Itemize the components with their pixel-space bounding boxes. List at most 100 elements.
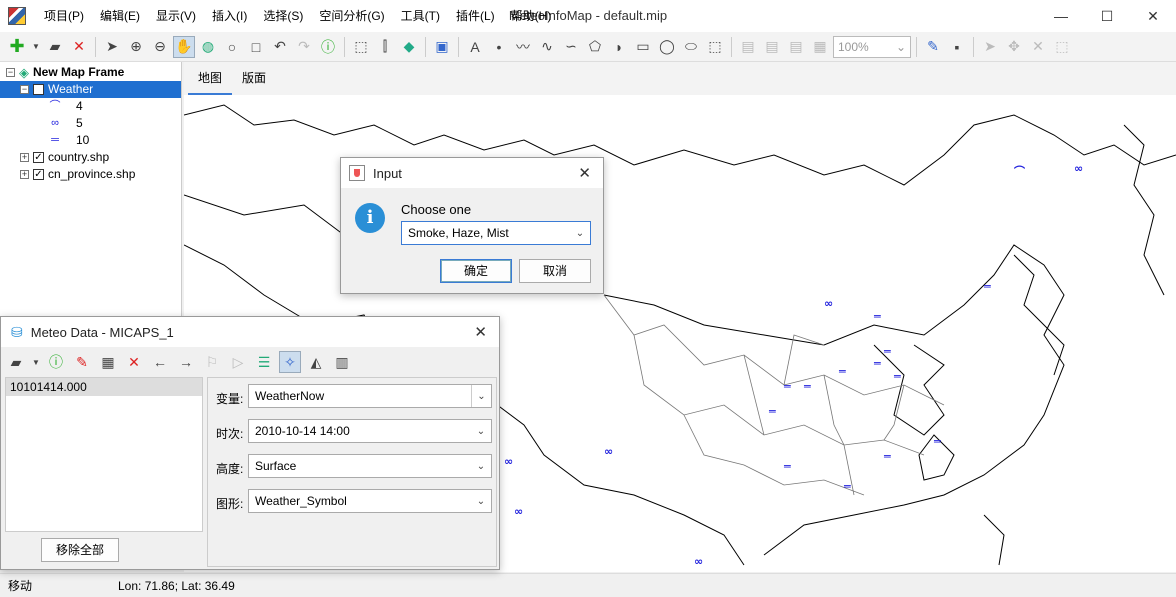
- zoom-level-combo[interactable]: 100% ⌄: [833, 35, 911, 58]
- layout-paste-icon[interactable]: ▤: [785, 36, 807, 58]
- ok-button[interactable]: 确定: [440, 259, 512, 283]
- play-icon[interactable]: ▷: [227, 351, 249, 373]
- draw-circle-icon[interactable]: ◯: [656, 36, 678, 58]
- tree-layer-province[interactable]: + ✓ cn_province.shp: [20, 166, 135, 183]
- add-layer-dropdown-icon[interactable]: ▼: [30, 36, 42, 58]
- draw-polyline-icon[interactable]: 〰: [512, 36, 534, 58]
- database-icon: ⛁: [11, 323, 23, 340]
- edit-select-icon[interactable]: ➤: [979, 36, 1001, 58]
- menu-select[interactable]: 选择(S): [255, 0, 311, 32]
- close-icon[interactable]: ✕: [474, 323, 487, 341]
- choice-select[interactable]: Smoke, Haze, Mist ⌄: [401, 221, 591, 245]
- pan-hand-icon[interactable]: ✋: [173, 35, 195, 58]
- full-extent-globe-icon[interactable]: ◍: [197, 36, 219, 58]
- tree-map-frame[interactable]: − ◈ New Map Frame: [6, 64, 124, 81]
- zoom-box-icon[interactable]: □: [245, 36, 267, 58]
- weather-symbol-mark: ═: [783, 460, 791, 473]
- menu-help[interactable]: 帮助(H): [503, 0, 560, 32]
- list-icon[interactable]: ☰: [253, 351, 275, 373]
- label-tag-icon[interactable]: ◆: [398, 36, 420, 58]
- weather-symbol-mark: ∞: [604, 445, 613, 458]
- table-icon[interactable]: ▦: [97, 351, 119, 373]
- level-select[interactable]: Surface ⌄: [248, 454, 492, 478]
- select-pointer-icon[interactable]: ➤: [101, 36, 123, 58]
- undo-icon[interactable]: ↶: [269, 36, 291, 58]
- measure-icon[interactable]: ⫿: [374, 36, 396, 58]
- menu-view[interactable]: 显示(V): [148, 0, 204, 32]
- legend-label: 4: [76, 99, 83, 113]
- layer-visible-checkbox[interactable]: ✓: [33, 152, 44, 163]
- draw-polygon-icon[interactable]: ⬠: [584, 36, 606, 58]
- arrow-right-icon[interactable]: →: [175, 351, 197, 373]
- java-cup-icon: [349, 165, 365, 181]
- close-icon[interactable]: ✕: [578, 164, 591, 182]
- remove-all-button[interactable]: 移除全部: [41, 538, 119, 562]
- draw-freehand-icon[interactable]: ∿: [536, 36, 558, 58]
- draw-icon[interactable]: ✎: [71, 351, 93, 373]
- collapse-icon[interactable]: −: [20, 85, 29, 94]
- file-list-item[interactable]: 10101414.000: [6, 378, 202, 396]
- edit-vertices-icon[interactable]: ⬚: [704, 36, 726, 58]
- save-edits-icon[interactable]: ▪: [946, 36, 968, 58]
- section-plot-icon[interactable]: ◭: [305, 351, 327, 373]
- zoom-in-icon[interactable]: ⊕: [125, 36, 147, 58]
- edit-move-icon[interactable]: ✥: [1003, 36, 1025, 58]
- variable-select[interactable]: WeatherNow ⌄: [248, 384, 492, 408]
- time-value: 2010-10-14 14:00: [255, 424, 350, 438]
- info-icon[interactable]: ⓘ: [45, 351, 67, 373]
- chevron-down-icon: ⌄: [476, 495, 486, 507]
- menu-plugins[interactable]: 插件(L): [448, 0, 503, 32]
- menu-spatial-analysis[interactable]: 空间分析(G): [311, 0, 392, 32]
- draw-point-icon[interactable]: •: [488, 36, 510, 58]
- tree-layer-country[interactable]: + ✓ country.shp: [20, 149, 109, 166]
- chevron-down-icon[interactable]: ▼: [31, 351, 41, 373]
- draw-rectangle-icon[interactable]: ▭: [632, 36, 654, 58]
- draw-curve-icon[interactable]: ∽: [560, 36, 582, 58]
- collapse-icon[interactable]: −: [6, 68, 15, 77]
- redo-icon[interactable]: ↷: [293, 36, 315, 58]
- select-features-icon[interactable]: ⬚: [350, 36, 372, 58]
- menu-tools[interactable]: 工具(T): [393, 0, 448, 32]
- open-folder-icon[interactable]: ▰: [44, 36, 66, 58]
- expand-icon[interactable]: +: [20, 153, 29, 162]
- layer-visible-checkbox[interactable]: ✓: [33, 169, 44, 180]
- remove-layer-icon[interactable]: ✕: [68, 36, 90, 58]
- add-layer-icon[interactable]: ✚: [6, 36, 28, 58]
- layout-page-icon[interactable]: ▤: [737, 36, 759, 58]
- weather-symbol-mark: ═: [983, 280, 991, 293]
- time-select[interactable]: 2010-10-14 14:00 ⌄: [248, 419, 492, 443]
- file-list: 10101414.000: [5, 377, 203, 532]
- edit-delete-icon[interactable]: ✕: [1027, 36, 1049, 58]
- layout-copy-icon[interactable]: ▤: [761, 36, 783, 58]
- draw-text-icon[interactable]: A: [464, 36, 486, 58]
- menu-insert[interactable]: 插入(I): [204, 0, 255, 32]
- cancel-button[interactable]: 取消: [519, 259, 591, 283]
- tab-layout[interactable]: 版面: [232, 62, 276, 95]
- draw-ellipse-icon[interactable]: ⬭: [680, 36, 702, 58]
- map-frame-label: New Map Frame: [33, 65, 125, 79]
- close-button[interactable]: ✕: [1130, 0, 1176, 32]
- animate-icon[interactable]: ⚐: [201, 351, 223, 373]
- expand-icon[interactable]: +: [20, 170, 29, 179]
- tab-map[interactable]: 地图: [188, 62, 233, 95]
- maximize-button[interactable]: ☐: [1084, 0, 1130, 32]
- draw-curve-polygon-icon[interactable]: ◗: [608, 36, 630, 58]
- arrow-left-icon[interactable]: ←: [149, 351, 171, 373]
- menu-project[interactable]: 项目(P): [36, 0, 92, 32]
- graphic-select[interactable]: Weather_Symbol ⌄: [248, 489, 492, 513]
- tree-layer-weather[interactable]: − ✓ Weather: [0, 81, 181, 98]
- delete-icon[interactable]: ✕: [123, 351, 145, 373]
- tools-icon[interactable]: ✧: [279, 351, 301, 373]
- edit-split-icon[interactable]: ⬚: [1051, 36, 1073, 58]
- menu-edit[interactable]: 编辑(E): [92, 0, 148, 32]
- zoom-out-icon[interactable]: ⊖: [149, 36, 171, 58]
- add-image-icon[interactable]: ▣: [431, 36, 453, 58]
- edit-pencil-icon[interactable]: ✎: [922, 36, 944, 58]
- magnifier-icon[interactable]: ○: [221, 36, 243, 58]
- minimize-button[interactable]: —: [1038, 0, 1084, 32]
- layout-fit-icon[interactable]: ▦: [809, 36, 831, 58]
- layer-visible-checkbox[interactable]: ✓: [33, 84, 44, 95]
- time-series-icon[interactable]: ▥: [331, 351, 353, 373]
- identify-icon[interactable]: ⓘ: [317, 36, 339, 58]
- open-folder-icon[interactable]: ▰: [5, 351, 27, 373]
